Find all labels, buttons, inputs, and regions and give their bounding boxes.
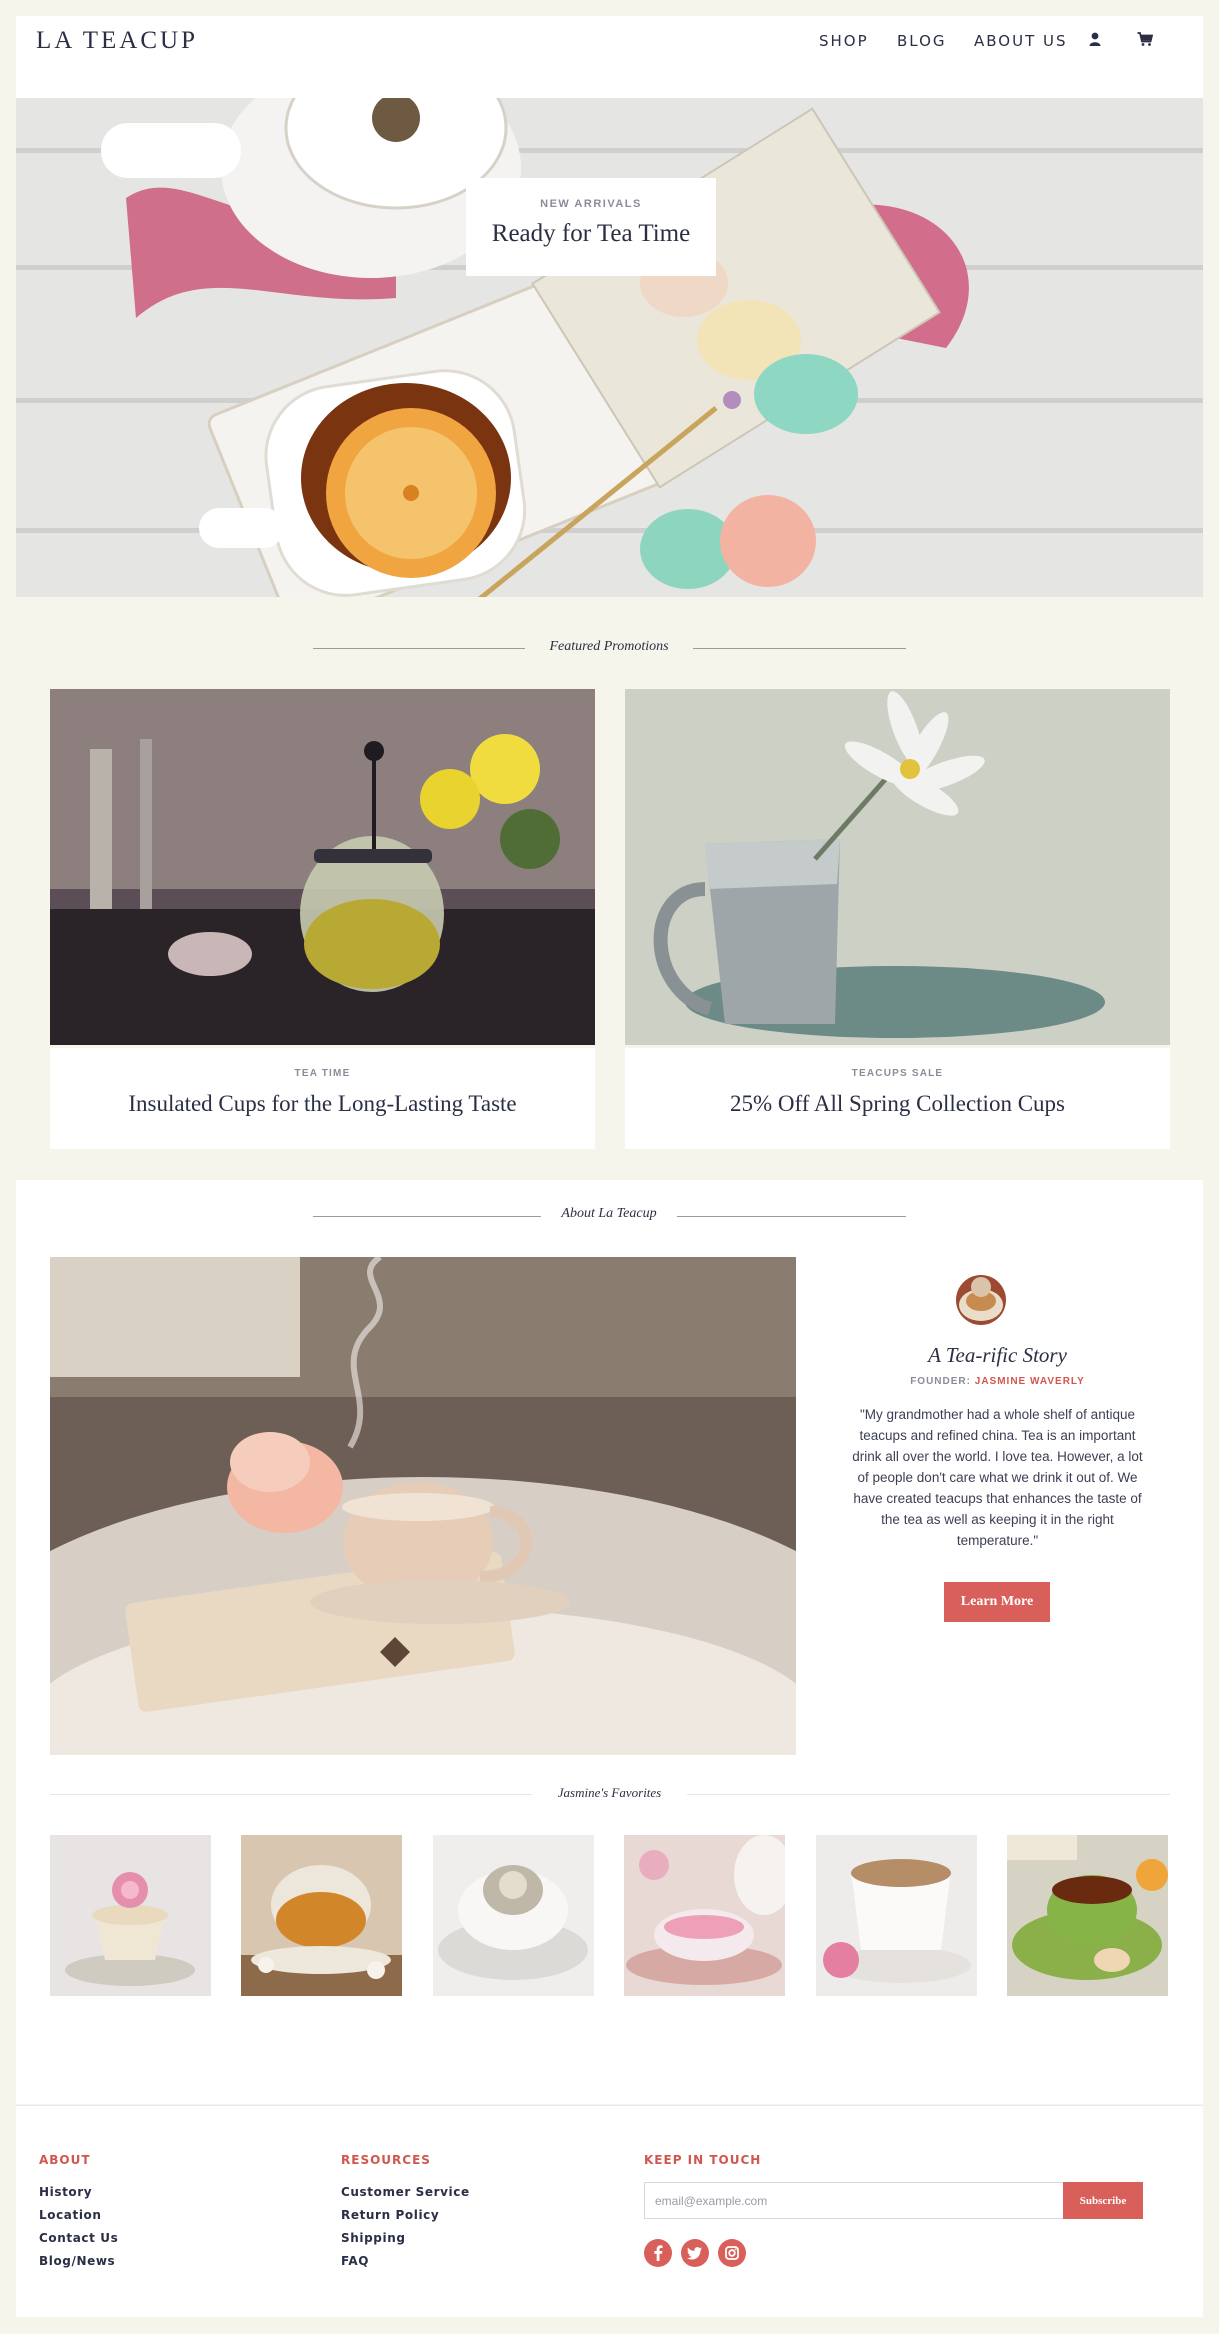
footer-link-customer-service[interactable]: Customer Service [341, 2185, 470, 2199]
footer-link-contact-us[interactable]: Contact Us [39, 2231, 118, 2245]
promo-title: 25% Off All Spring Collection Cups [730, 1091, 1065, 1116]
founder-line: FOUNDER: JASMINE WAVERLY [830, 1376, 1165, 1387]
promo-image-tea-time[interactable] [50, 689, 595, 1045]
footer-link-location[interactable]: Location [39, 2208, 102, 2222]
learn-more-button[interactable]: Learn More [944, 1582, 1050, 1622]
footer-link-blog-news[interactable]: Blog/News [39, 2254, 115, 2268]
favorite-item[interactable] [1007, 1835, 1168, 1996]
hero-eyebrow: NEW ARRIVALS [540, 198, 642, 210]
promo-eyebrow: TEA TIME [294, 1068, 351, 1079]
site-logo[interactable]: LA TEACUP [36, 27, 198, 55]
hero-title: Ready for Tea Time [491, 220, 691, 247]
promo-eyebrow: TEACUPS SALE [851, 1068, 944, 1079]
footer-link-history[interactable]: History [39, 2185, 92, 2199]
section-title-favorites: Jasmine's Favorites [532, 1785, 687, 1801]
favorite-item[interactable] [241, 1835, 402, 1996]
footer-heading-about: ABOUT [39, 2153, 91, 2167]
subscribe-button[interactable]: Subscribe [1063, 2182, 1143, 2219]
about-image [50, 1257, 796, 1755]
cart-icon[interactable] [1136, 30, 1154, 48]
favorite-item[interactable] [624, 1835, 785, 1996]
nav-blog[interactable]: BLOG [897, 32, 947, 50]
footer-link-return-policy[interactable]: Return Policy [341, 2208, 439, 2222]
footer-heading-resources: RESOURCES [341, 2153, 431, 2167]
section-divider-left [313, 1216, 541, 1217]
hero-image [16, 98, 1203, 597]
footer-link-shipping[interactable]: Shipping [341, 2231, 406, 2245]
instagram-icon[interactable] [718, 2239, 746, 2267]
nav-shop[interactable]: SHOP [819, 32, 869, 50]
founder-quote: "My grandmother had a whole shelf of ant… [852, 1407, 1143, 1548]
favorite-item[interactable] [50, 1835, 211, 1996]
footer-link-faq[interactable]: FAQ [341, 2254, 369, 2268]
favorite-item[interactable] [816, 1835, 977, 1996]
favorite-item[interactable] [433, 1835, 594, 1996]
facebook-icon[interactable] [644, 2239, 672, 2267]
hero-card[interactable]: NEW ARRIVALS Ready for Tea Time [466, 178, 716, 276]
section-divider-left [313, 648, 525, 649]
section-divider-right [693, 648, 906, 649]
founder-avatar [956, 1275, 1006, 1325]
section-divider-right [677, 1216, 906, 1217]
section-title-about: About La Teacup [561, 1206, 657, 1221]
nav-about-us[interactable]: ABOUT US [974, 32, 1068, 50]
promo-image-teacups-sale[interactable] [625, 689, 1170, 1045]
twitter-icon[interactable] [681, 2239, 709, 2267]
footer-heading-keep-in-touch: KEEP IN TOUCH [644, 2153, 762, 2167]
user-icon[interactable] [1086, 30, 1104, 48]
founder-label: FOUNDER: [910, 1376, 971, 1387]
footer-divider [16, 2105, 1203, 2106]
story-title: A Tea-rific Story [928, 1343, 1067, 1367]
promo-title: Insulated Cups for the Long-Lasting Tast… [128, 1091, 517, 1116]
promo-card-teacups-sale[interactable]: TEACUPS SALE 25% Off All Spring Collecti… [625, 1048, 1170, 1149]
email-field[interactable] [644, 2182, 1064, 2219]
hero-banner [16, 98, 1203, 597]
section-title-featured: Featured Promotions [549, 639, 669, 654]
promo-card-tea-time[interactable]: TEA TIME Insulated Cups for the Long-Las… [50, 1048, 595, 1149]
founder-name: JASMINE WAVERLY [974, 1376, 1085, 1387]
